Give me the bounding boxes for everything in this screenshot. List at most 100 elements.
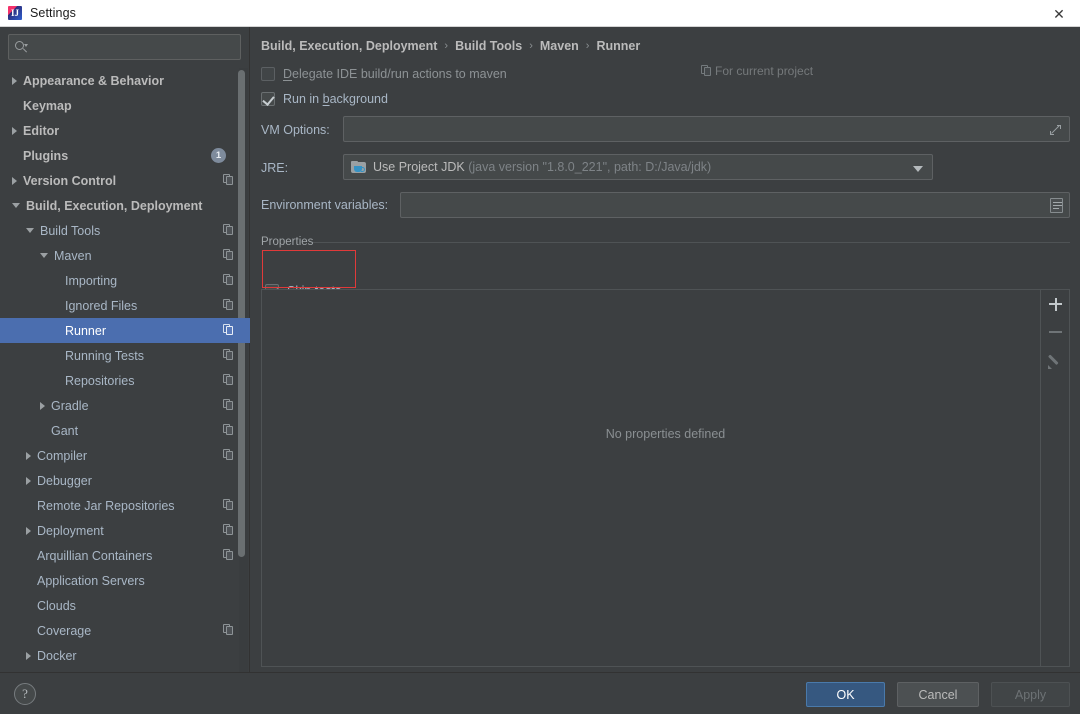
sidebar-item-label: Appearance & Behavior	[23, 73, 165, 88]
copy-settings-icon	[223, 549, 234, 561]
environment-variables-input[interactable]	[400, 192, 1070, 218]
sidebar-item-label: Version Control	[23, 173, 117, 188]
copy-settings-icon	[223, 399, 234, 411]
sidebar-item-label: Runner	[65, 323, 106, 338]
chevron-right-icon[interactable]	[12, 76, 17, 85]
sidebar-item-maven[interactable]: Maven	[0, 243, 250, 268]
properties-group-title: Properties	[261, 236, 314, 248]
for-current-project-label: For current project	[701, 64, 813, 78]
sidebar-item-version-control[interactable]: Version Control	[0, 168, 250, 193]
chevron-down-icon[interactable]	[40, 253, 48, 258]
settings-sidebar: Appearance & Behavior Keymap Editor Plugins…	[0, 27, 250, 672]
expand-icon[interactable]	[1050, 124, 1062, 136]
chevron-right-icon[interactable]	[40, 401, 45, 410]
copy-settings-icon	[223, 349, 234, 361]
copy-settings-icon	[223, 499, 234, 511]
sidebar-item-label: Clouds	[37, 598, 76, 613]
sidebar-item-remote-jar-repositories[interactable]: Remote Jar Repositories	[0, 493, 250, 518]
sidebar-item-build-tools[interactable]: Build Tools	[0, 218, 250, 243]
sidebar-item-importing[interactable]: Importing	[0, 268, 250, 293]
sidebar-item-build-execution-deployment[interactable]: Build, Execution, Deployment	[0, 193, 250, 218]
close-icon[interactable]: ✕	[1038, 0, 1080, 27]
properties-empty-text: No properties defined	[605, 427, 726, 441]
breadcrumb-segment[interactable]: Maven	[540, 39, 579, 53]
sidebar-item-runner[interactable]: Runner	[0, 318, 250, 343]
sidebar-item-label: Maven	[54, 248, 92, 263]
run-in-background-checkbox-row[interactable]: Run in background	[261, 92, 388, 106]
jre-label: JRE:	[261, 161, 289, 175]
add-property-button[interactable]	[1041, 290, 1069, 318]
sidebar-item-label: Docker	[37, 648, 77, 663]
sidebar-item-ignored-files[interactable]: Ignored Files	[0, 293, 250, 318]
sidebar-item-appearance-behavior[interactable]: Appearance & Behavior	[0, 68, 250, 93]
sidebar-item-repositories[interactable]: Repositories	[0, 368, 250, 393]
search-box[interactable]	[8, 34, 241, 60]
sidebar-item-label: Editor	[23, 123, 60, 138]
sidebar-item-label: Compiler	[37, 448, 88, 463]
sidebar-item-label: Repositories	[65, 373, 135, 388]
chevron-right-icon[interactable]	[26, 651, 31, 660]
properties-table[interactable]: No properties defined	[261, 289, 1070, 667]
search-container	[0, 27, 249, 60]
sidebar-item-label: Importing	[65, 273, 118, 288]
jre-selected: Use Project JDK	[373, 160, 465, 174]
chevron-right-icon[interactable]	[26, 526, 31, 535]
sidebar-item-debugger[interactable]: Debugger	[0, 468, 250, 493]
copy-settings-icon	[223, 249, 234, 261]
sidebar-item-label: Deployment	[37, 523, 104, 538]
delegate-build-checkbox-row[interactable]: Delegate IDE build/run actions to maven	[261, 67, 507, 81]
copy-settings-icon	[223, 324, 234, 336]
list-browse-icon[interactable]	[1050, 198, 1063, 213]
sidebar-item-keymap[interactable]: Keymap	[0, 93, 250, 118]
run-in-background-checkbox[interactable]	[261, 92, 275, 106]
apply-button[interactable]: Apply	[991, 682, 1070, 707]
copy-settings-icon	[223, 524, 234, 536]
sidebar-item-label: Ignored Files	[65, 298, 138, 313]
chevron-down-icon[interactable]	[12, 203, 20, 208]
jre-detail: (java version "1.8.0_221", path: D:/Java…	[468, 160, 712, 174]
sidebar-item-label: Build Tools	[40, 223, 101, 238]
help-button[interactable]: ?	[14, 683, 36, 705]
chevron-right-icon[interactable]	[26, 451, 31, 460]
chevron-right-icon[interactable]	[26, 476, 31, 485]
properties-toolbar	[1040, 290, 1069, 666]
sidebar-item-badge: 1	[211, 148, 226, 163]
sidebar-item-deployment[interactable]: Deployment	[0, 518, 250, 543]
sidebar-item-plugins[interactable]: Plugins 1	[0, 143, 250, 168]
vm-options-input[interactable]	[343, 116, 1070, 142]
sidebar-item-gradle[interactable]: Gradle	[0, 393, 250, 418]
ok-button[interactable]: OK	[806, 682, 885, 707]
sidebar-item-compiler[interactable]: Compiler	[0, 443, 250, 468]
chevron-down-icon[interactable]	[913, 166, 923, 172]
sidebar-item-gant[interactable]: Gant	[0, 418, 250, 443]
for-current-project-text: For current project	[715, 64, 814, 78]
sidebar-item-clouds[interactable]: Clouds	[0, 593, 250, 618]
breadcrumb-segment[interactable]: Build, Execution, Deployment	[261, 39, 437, 53]
breadcrumb-segment[interactable]: Build Tools	[455, 39, 522, 53]
breadcrumb-segment[interactable]: Runner	[596, 39, 640, 53]
sidebar-item-label: Coverage	[37, 623, 92, 638]
jre-combobox[interactable]: Use Project JDK (java version "1.8.0_221…	[343, 154, 933, 180]
sidebar-item-editor[interactable]: Editor	[0, 118, 250, 143]
sidebar-item-docker[interactable]: Docker	[0, 643, 250, 668]
search-icon	[15, 40, 28, 54]
cancel-button[interactable]: Cancel	[897, 682, 979, 707]
sidebar-item-application-servers[interactable]: Application Servers	[0, 568, 250, 593]
dialog-footer: ? OK Cancel Apply	[0, 672, 1080, 714]
settings-tree: Appearance & Behavior Keymap Editor Plugins…	[0, 68, 250, 672]
search-input[interactable]	[32, 40, 234, 54]
vm-options-label: VM Options:	[261, 123, 330, 137]
sidebar-item-running-tests[interactable]: Running Tests	[0, 343, 250, 368]
chevron-right-icon[interactable]	[12, 126, 17, 135]
sidebar-item-label: Gradle	[51, 398, 89, 413]
sidebar-item-label: Remote Jar Repositories	[37, 498, 175, 513]
sidebar-item-coverage[interactable]: Coverage	[0, 618, 250, 643]
breadcrumb-separator: ›	[585, 40, 590, 52]
breadcrumb: Build, Execution, Deployment › Build Tools…	[261, 39, 640, 53]
jdk-folder-icon	[351, 160, 367, 174]
chevron-right-icon[interactable]	[12, 176, 17, 185]
run-in-background-label: Run in background	[283, 92, 388, 106]
chevron-down-icon[interactable]	[26, 228, 34, 233]
sidebar-item-arquillian-containers[interactable]: Arquillian Containers	[0, 543, 250, 568]
delegate-build-checkbox[interactable]	[261, 67, 275, 81]
